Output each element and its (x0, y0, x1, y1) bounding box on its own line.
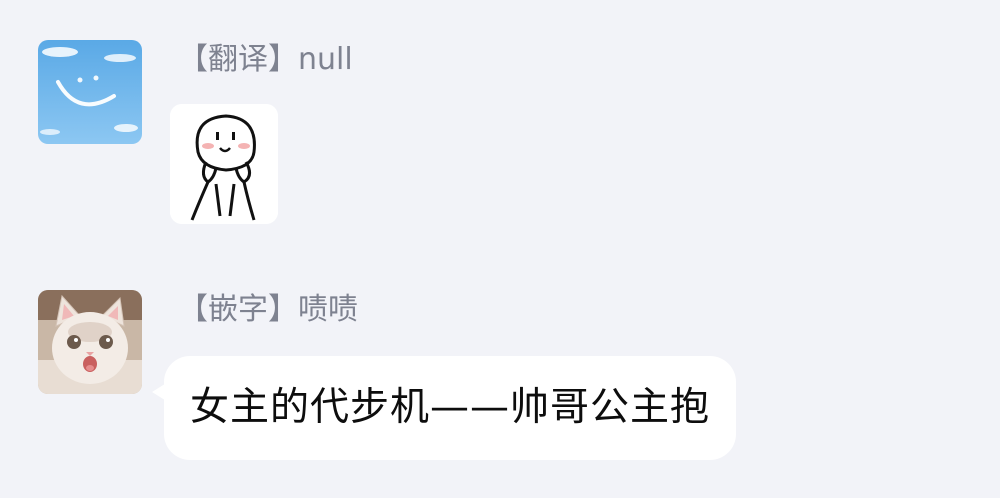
sender-label: 【翻译】null (178, 42, 353, 77)
message-bubble[interactable]: 女主的代步机——帅哥公主抱 (164, 356, 737, 460)
chat-view: 【翻译】null 【嵌字】啧啧 女主的代步机——帅哥公主抱 (0, 0, 1000, 498)
hands-on-cheeks-doodle-sticker-icon[interactable] (170, 104, 278, 224)
sky-cloud-avatar-icon[interactable] (38, 40, 142, 144)
surprised-cat-avatar-icon[interactable] (38, 290, 142, 394)
sender-label: 【嵌字】啧啧 (178, 292, 358, 327)
